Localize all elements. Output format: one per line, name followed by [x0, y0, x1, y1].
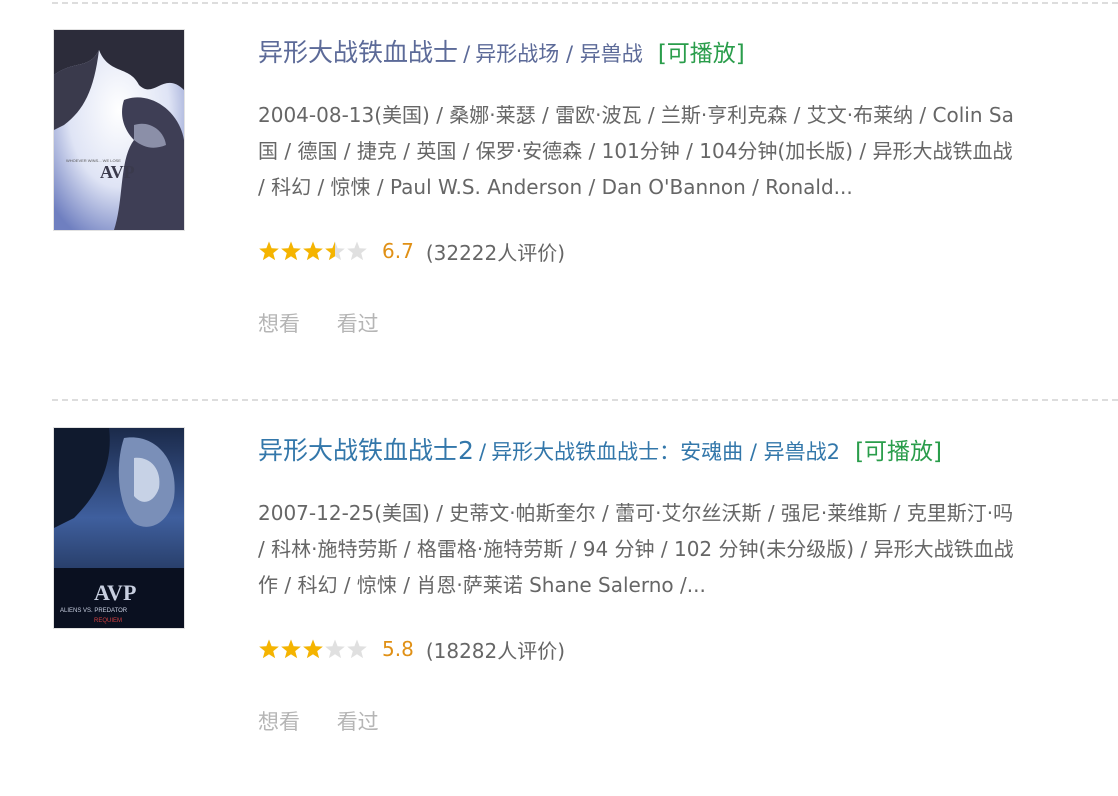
star-rating [258, 239, 368, 263]
poster-subtitle: REQUIEM [94, 618, 122, 624]
movie-meta: 2007-12-25(美国) / 史蒂文·帕斯奎尔 / 蕾可·艾尔丝沃斯 / 强… [258, 495, 1118, 603]
want-to-watch-button[interactable]: 想看 [258, 312, 300, 336]
watched-button[interactable]: 看过 [337, 710, 379, 734]
poster-tagline: ALIENS VS. PREDATOR [60, 608, 128, 614]
title-line: 异形大战铁血战士 / 异形战场 / 异兽战 [可播放] [258, 33, 745, 69]
star-icon [303, 639, 323, 659]
watched-button[interactable]: 看过 [337, 312, 379, 336]
playable-link[interactable]: [可播放] [855, 439, 942, 465]
star-icon [281, 241, 301, 261]
rating-row: 6.7 (32222人评价) [258, 236, 565, 266]
rating-count[interactable]: (32222人评价) [426, 237, 565, 266]
star-icon [325, 241, 335, 261]
title-separator: / [463, 42, 471, 66]
star-fill [258, 637, 324, 661]
rating-score: 6.7 [382, 239, 414, 263]
movie-title-link[interactable]: 异形大战铁血战士2 [258, 436, 474, 465]
title-line: 异形大战铁血战士2 / 异形大战铁血战士：安魂曲 / 异兽战2 [可播放] [258, 431, 942, 467]
star-icon [303, 241, 323, 261]
meta-line: 2004-08-13(美国) / 桑娜·莱瑟 / 雷欧·波瓦 / 兰斯·亨利克森… [258, 103, 1014, 127]
want-to-watch-button[interactable]: 想看 [258, 710, 300, 734]
alt-titles-link[interactable]: 异形战场 / 异兽战 [475, 42, 642, 66]
star-fill [258, 239, 335, 263]
movie-item: AVP ALIENS VS. PREDATOR REQUIEM 异形大战铁血战士… [0, 398, 1118, 796]
meta-line: 国 / 德国 / 捷克 / 英国 / 保罗·安德森 / 101分钟 / 104分… [258, 139, 1013, 163]
meta-line: 作 / 科幻 / 惊悚 / 肖恩·萨莱诺 Shane Salerno /... [258, 573, 706, 597]
star-icon [259, 241, 279, 261]
playable-link[interactable]: [可播放] [658, 41, 745, 67]
poster-text: AVP [100, 162, 135, 182]
title-separator: / [479, 440, 487, 464]
meta-line: / 科林·施特劳斯 / 格雷格·施特劳斯 / 94 分钟 / 102 分钟(未分… [258, 537, 1014, 561]
rating-score: 5.8 [382, 637, 414, 661]
action-row: 想看 看过 [258, 706, 409, 736]
star-icon [259, 639, 279, 659]
poster-text: AVP [94, 580, 136, 605]
star-icon [347, 241, 367, 261]
star-icon [325, 639, 345, 659]
star-icon [281, 639, 301, 659]
star-rating [258, 637, 368, 661]
alt-titles-link[interactable]: 异形大战铁血战士：安魂曲 / 异兽战2 [491, 440, 840, 464]
movie-meta: 2004-08-13(美国) / 桑娜·莱瑟 / 雷欧·波瓦 / 兰斯·亨利克森… [258, 97, 1118, 205]
movie-item: AVP WHOEVER WINS... WE LOSE 异形大战铁血战士 / 异… [0, 0, 1118, 398]
star-icon [347, 639, 367, 659]
meta-line: / 科幻 / 惊悚 / Paul W.S. Anderson / Dan O'B… [258, 175, 853, 199]
movie-list: AVP WHOEVER WINS... WE LOSE 异形大战铁血战士 / 异… [0, 0, 1118, 740]
poster-image[interactable]: AVP WHOEVER WINS... WE LOSE [54, 30, 184, 230]
movie-title-link[interactable]: 异形大战铁血战士 [258, 38, 458, 67]
meta-line: 2007-12-25(美国) / 史蒂文·帕斯奎尔 / 蕾可·艾尔丝沃斯 / 强… [258, 501, 1014, 525]
rating-count[interactable]: (18282人评价) [426, 635, 565, 664]
action-row: 想看 看过 [258, 308, 409, 338]
rating-row: 5.8 (18282人评价) [258, 634, 565, 664]
poster-image[interactable]: AVP ALIENS VS. PREDATOR REQUIEM [54, 428, 184, 628]
poster-tagline: WHOEVER WINS... WE LOSE [66, 158, 121, 163]
